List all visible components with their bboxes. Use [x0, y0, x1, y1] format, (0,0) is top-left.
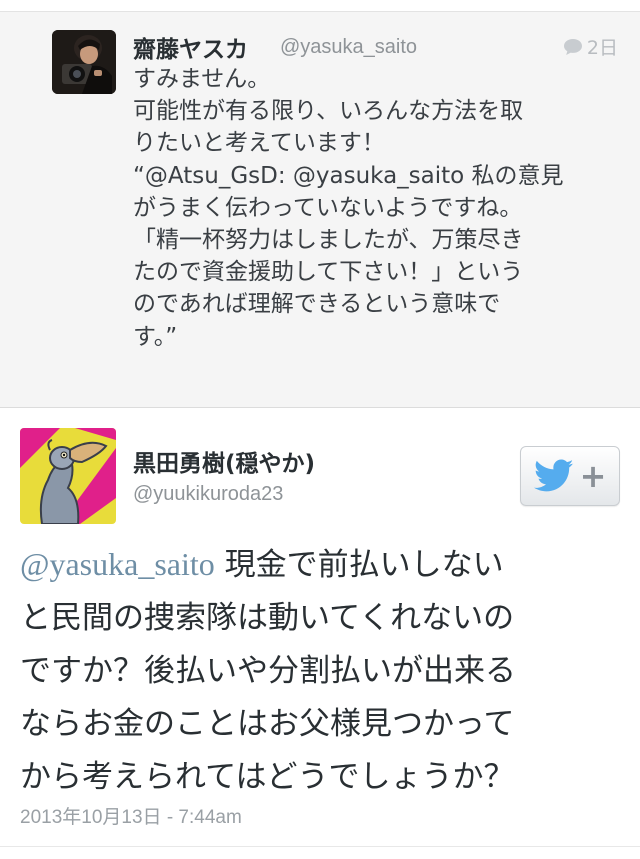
text-line: がうまく伝わっていないようですね。 [133, 194, 523, 221]
text-line: すみません。 [133, 66, 271, 92]
photographer-avatar-image [52, 30, 116, 94]
tweet-date[interactable]: 2013年10月13日 - 7:44am [20, 802, 242, 829]
text-line: @yasuka_saito 現金で前払いしない [20, 538, 624, 592]
shoebill-bird-avatar-image [20, 428, 116, 524]
text-line: と民間の捜索隊は動いてくれないの [20, 600, 515, 636]
time-ago: 2日 [586, 37, 618, 59]
text-line: から考えられてはどうでしょうか？ [20, 759, 515, 795]
text-line: “@Atsu_GsD: @yasuka_saito 私の意見 [133, 162, 564, 189]
display-name[interactable]: 黒田勇樹(穏やか) [133, 444, 315, 478]
text-line: 「精一杯努力はしましたが、万策尽き [133, 227, 524, 254]
text-line: ですか？後払いや分割払いが出来る [20, 653, 516, 689]
text-line: す。” [133, 323, 178, 350]
text-line: ならお金のことはお父様見つかって [20, 706, 515, 742]
mention-link[interactable]: @yasuka_saito [20, 546, 215, 582]
text-line: 可能性が有る限り、いろんな方法を取 [133, 98, 524, 125]
twitter-bird-icon [533, 459, 573, 492]
parent-tweet[interactable]: 齋藤ヤスカ @yasuka_saito 2日 すみません。 可能性が有る限り、い… [0, 0, 640, 408]
reply-timestamp: 2日 [563, 33, 618, 60]
plus-icon: + [579, 457, 607, 495]
tweet-text: すみません。 可能性が有る限り、いろんな方法を取 りたいと考えています！ “@A… [133, 63, 623, 353]
avatar[interactable] [20, 428, 116, 524]
text-line: のであれば理解できるという意味で [133, 291, 501, 318]
divider [0, 846, 640, 847]
follow-button[interactable]: + [520, 446, 620, 506]
text-line: りたいと考えています！ [133, 130, 385, 157]
avatar[interactable] [52, 30, 116, 94]
text-fragment: 現金で前払いしない [214, 547, 504, 583]
divider [0, 0, 640, 12]
speech-bubble-icon [563, 38, 582, 55]
user-handle[interactable]: @yuukikuroda23 [133, 483, 283, 506]
tweet-text: @yasuka_saito 現金で前払いしない と民間の捜索隊は動いてくれないの… [20, 538, 624, 804]
user-handle[interactable]: @yasuka_saito [280, 36, 417, 59]
text-line: たので資金援助して下さい！」という [133, 259, 524, 286]
display-name[interactable]: 齋藤ヤスカ [133, 30, 248, 64]
